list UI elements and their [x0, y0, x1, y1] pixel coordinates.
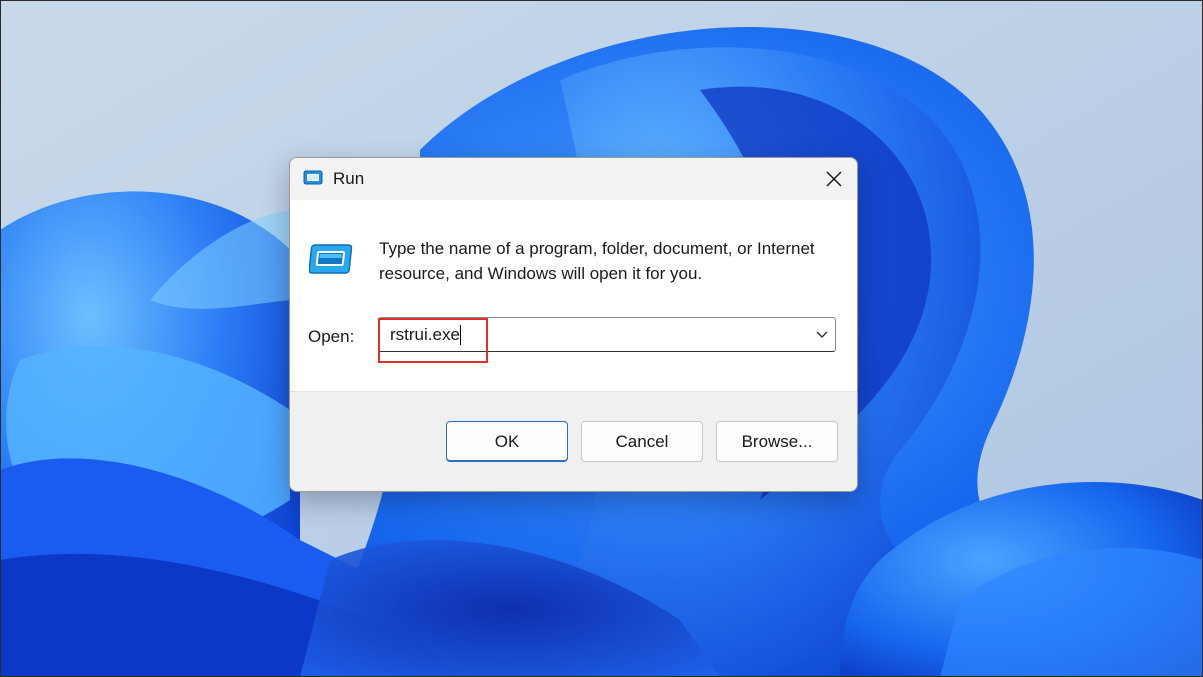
run-dialog: Run Type the name of a program, folder, …: [289, 157, 858, 492]
browse-button[interactable]: Browse...: [716, 421, 838, 462]
text-caret: [460, 325, 461, 345]
open-combobox[interactable]: rstrui.exe: [378, 317, 836, 352]
close-icon: [825, 171, 842, 187]
run-program-icon: [309, 244, 353, 274]
cancel-button[interactable]: Cancel: [581, 421, 703, 462]
open-label: Open:: [308, 327, 355, 346]
open-input-value[interactable]: rstrui.exe: [390, 325, 460, 345]
chevron-down-icon[interactable]: [815, 327, 829, 341]
button-bar: OK Cancel Browse...: [290, 391, 857, 491]
run-app-icon: [303, 170, 323, 185]
ok-button[interactable]: OK: [446, 421, 568, 462]
title-bar[interactable]: Run: [290, 158, 857, 200]
window-title: Run: [333, 169, 365, 188]
close-button[interactable]: [810, 158, 857, 200]
dialog-description: Type the name of a program, folder, docu…: [379, 239, 815, 283]
